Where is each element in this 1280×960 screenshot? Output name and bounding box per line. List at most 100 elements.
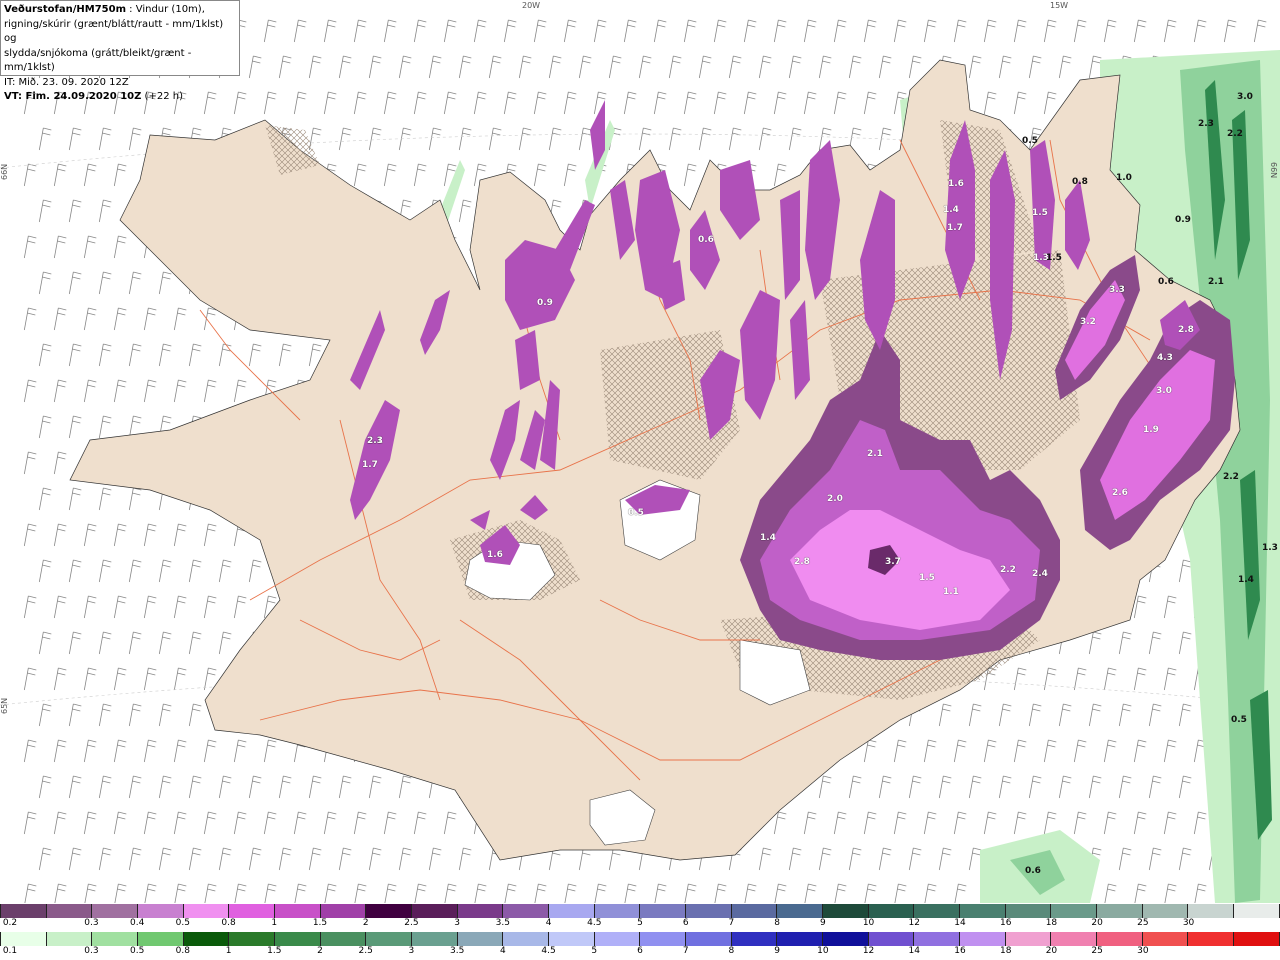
wind-barb — [758, 55, 772, 79]
wind-barb — [714, 883, 727, 903]
wind-barb — [428, 127, 442, 151]
legend-tick-label: 20 — [1045, 946, 1058, 956]
precip-value-label: 2.3 — [1198, 119, 1214, 129]
wind-barb — [923, 739, 937, 763]
precip-value-label: 2.8 — [1178, 325, 1194, 335]
wind-barb — [248, 55, 262, 79]
wind-barb — [113, 595, 127, 619]
wind-barb — [53, 811, 67, 835]
wind-barb — [968, 55, 982, 79]
wind-barb — [143, 739, 157, 763]
wind-barb — [128, 631, 142, 655]
precip-value-label: 0.5 — [1022, 136, 1038, 146]
wind-barb — [758, 847, 772, 871]
wind-barb — [248, 775, 262, 799]
legend-swatch — [686, 904, 732, 918]
wind-barb — [413, 163, 427, 187]
wind-barb — [443, 91, 457, 115]
legend-swatch — [549, 932, 595, 946]
wind-barb — [143, 667, 157, 691]
wind-barb — [233, 739, 247, 763]
grid-label-66n-left: 66N — [0, 163, 9, 180]
legend-tick-label: 0.5 — [175, 918, 191, 928]
wind-barb — [968, 847, 982, 871]
wind-barb — [863, 811, 877, 835]
wind-barb — [158, 775, 172, 799]
wind-barb — [248, 847, 262, 871]
wind-barb — [218, 631, 232, 655]
wind-barb — [578, 55, 592, 79]
legend-swatch — [1051, 932, 1098, 946]
precip-value-label: 1.5 — [1032, 208, 1048, 218]
wind-barb — [98, 487, 112, 511]
wind-barb — [113, 739, 127, 763]
wind-barb — [1178, 703, 1192, 727]
legend-tick-label: 10 — [862, 918, 875, 928]
precip-value-label: 0.6 — [1158, 277, 1174, 287]
wind-barb — [1103, 811, 1117, 835]
legend-tick-label: 9 — [774, 946, 781, 956]
wind-barb — [1133, 811, 1147, 835]
wind-barb — [1058, 775, 1072, 799]
wind-barb — [293, 19, 307, 43]
precip-value-label: 1.0 — [1116, 173, 1132, 183]
legend-tick-label: 5 — [591, 946, 598, 956]
legend-swatch — [457, 932, 504, 946]
legend-tick-label: 30 — [1137, 946, 1149, 956]
legend-tick-label: 0.1 — [2, 946, 18, 956]
wind-barb — [68, 487, 82, 511]
wind-barb — [878, 847, 892, 871]
wind-barb — [683, 91, 697, 115]
wind-barb — [1133, 667, 1147, 691]
map-canvas[interactable] — [0, 0, 1280, 903]
wind-barb — [338, 127, 352, 151]
legend-rain-swatches — [0, 932, 1280, 946]
wind-barb — [353, 163, 367, 187]
wind-barb — [68, 415, 82, 439]
wind-barb — [113, 523, 127, 547]
wind-barb — [263, 19, 277, 43]
wind-barb — [278, 847, 292, 871]
legend-tick-label: 4 — [499, 946, 506, 956]
legend-swatch — [0, 932, 47, 946]
legend-tick-label: 1 — [271, 918, 278, 928]
precip-value-label: 2.4 — [1032, 569, 1048, 579]
wind-barb — [143, 307, 157, 331]
precip-value-label: 1.1 — [943, 587, 959, 597]
wind-barb — [1013, 91, 1027, 115]
legend-tick-label: 14 — [954, 918, 966, 928]
precip-value-label: 3.0 — [1156, 386, 1172, 396]
precip-value-label: 1.6 — [487, 550, 503, 560]
wind-barb — [383, 91, 397, 115]
wind-barb — [1043, 19, 1057, 43]
wind-barb — [203, 595, 217, 619]
wind-barb — [534, 883, 547, 903]
precip-value-label: 3.7 — [885, 557, 901, 567]
wind-barb — [53, 523, 67, 547]
wind-barb — [293, 91, 307, 115]
wind-barb — [53, 451, 67, 475]
wind-barb — [774, 883, 787, 903]
wind-barb — [143, 379, 157, 403]
wind-barb — [1043, 91, 1057, 115]
wind-barb — [848, 55, 862, 79]
grid-label-66n-right: 66N — [1269, 162, 1278, 179]
wind-barb — [833, 91, 847, 115]
legend-swatch — [229, 904, 276, 918]
legend-swatch — [92, 904, 139, 918]
legend-swatch — [686, 932, 732, 946]
wind-barb — [53, 307, 67, 331]
map-area[interactable]: Veðurstofan/HM750m : Vindur (10m), rigni… — [0, 0, 1280, 903]
wind-barb — [864, 883, 877, 903]
wind-barb — [338, 847, 352, 871]
legend-swatch — [412, 904, 458, 918]
legend-tick-label: 9 — [819, 918, 826, 928]
wind-barb — [1058, 703, 1072, 727]
legend-swatch — [138, 932, 184, 946]
wind-barb — [233, 379, 247, 403]
wind-barb — [428, 847, 442, 871]
title-rain-legend: rigning/skúrir (grænt/blátt/rautt - mm/1… — [4, 18, 224, 45]
wind-barb — [203, 811, 217, 835]
precip-value-label: 2.2 — [1000, 565, 1016, 575]
title-lead-time: (+22 h) — [141, 91, 183, 102]
